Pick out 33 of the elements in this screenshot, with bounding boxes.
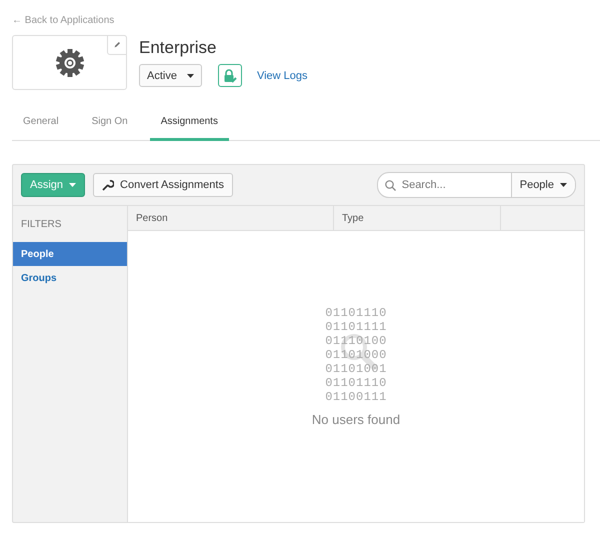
column-header: Type [334, 206, 501, 230]
caret-icon [69, 183, 76, 187]
wrench-icon [102, 179, 114, 191]
filters-heading: FILTERS [20, 218, 62, 232]
empty-message: No users found [312, 412, 400, 427]
caret-icon [560, 183, 567, 187]
binary-text: 01101110 [325, 376, 387, 390]
search-icon [384, 180, 396, 190]
app-title: Enterprise [139, 38, 218, 58]
binary-text: 01101111 [325, 320, 387, 334]
gear-icon [56, 48, 84, 76]
binary-text: 01101000 [325, 348, 387, 362]
tab[interactable]: Sign On [80, 108, 139, 141]
view-logs-link[interactable]: View Logs [256, 70, 308, 82]
back-link[interactable]: ← Back to Applications [12, 15, 114, 29]
lock-button[interactable] [218, 64, 242, 87]
convert-assignments-button[interactable]: Convert Assignments [93, 173, 233, 197]
caret-icon [186, 74, 194, 78]
tab[interactable]: General [12, 108, 70, 141]
binary-text: 01110100 [325, 334, 387, 348]
filter-item[interactable]: People [13, 242, 127, 266]
binary-text: 01101110 [325, 306, 387, 320]
lock-key-icon [222, 68, 237, 82]
search-field[interactable]: Search... People [376, 172, 576, 198]
tab[interactable]: Assignments [150, 108, 229, 141]
binary-text: 01101001 [325, 362, 387, 376]
column-header: Person [128, 206, 334, 230]
filter-item[interactable]: Groups [13, 266, 127, 290]
binary-text: 01100111 [325, 390, 387, 404]
status-dropdown[interactable]: Active [139, 64, 202, 87]
pencil-icon [114, 40, 120, 50]
scope-dropdown[interactable]: People [510, 173, 575, 197]
edit-button[interactable] [107, 35, 127, 55]
